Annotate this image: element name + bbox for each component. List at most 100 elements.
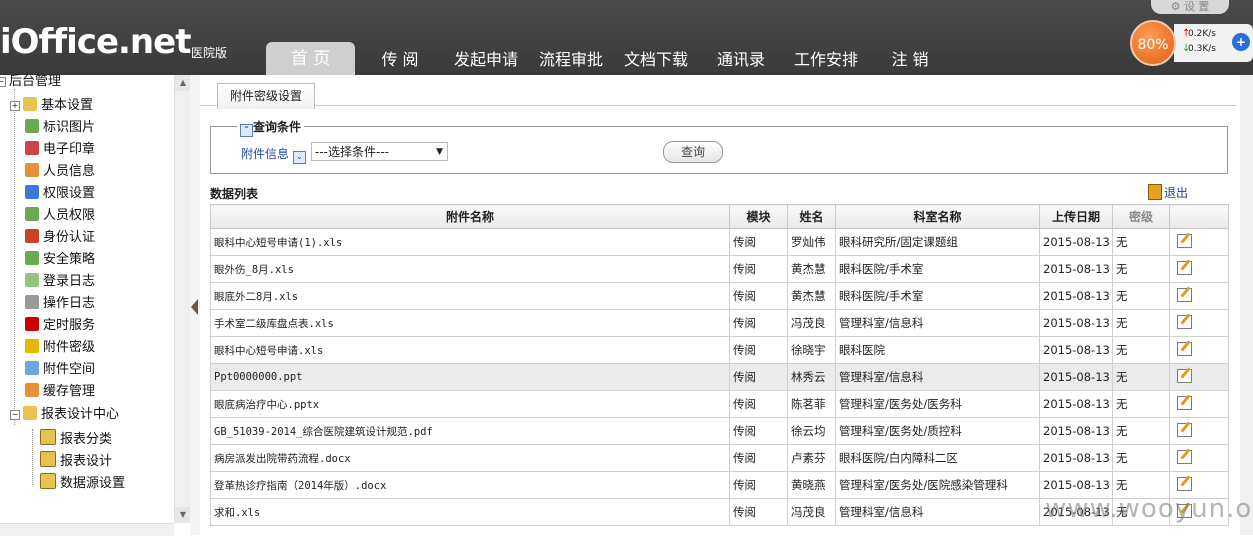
edit-icon[interactable] [1177,260,1192,275]
cell-level: 无 [1112,228,1170,256]
sidebar-item-operation-log[interactable]: 操作日志 [25,294,95,314]
sidebar-scrollbar[interactable]: ▲ ▼ [174,75,191,523]
col-header-module[interactable]: 模块 [729,204,788,229]
cell-module: 传阅 [729,255,788,283]
nav-download[interactable]: 文档下载 [616,42,696,75]
edit-icon[interactable] [1177,287,1192,302]
tab-attachment-level[interactable]: 附件密级设置 [217,83,316,109]
query-field-label: 附件信息 ⌄ [241,145,306,164]
query-button[interactable]: 查询 [663,141,723,163]
cell-dept: 管理科室/医务处/医院感染管理科 [835,471,1040,499]
nav-circulate[interactable]: 传 阅 [370,42,430,75]
table-row[interactable]: 眼科中心短号申请(1).xls 传阅 罗灿伟 眼科研究所/固定课题组 2015-08-1… [210,228,1229,256]
cell-module: 传阅 [729,417,788,445]
scroll-down-icon[interactable]: ▼ [175,507,191,523]
nav-schedule[interactable]: 工作安排 [786,42,866,75]
settings-button[interactable]: ⚙ 设 置 [1151,0,1229,14]
nav-contacts[interactable]: 通讯录 [706,42,776,75]
nav-apply[interactable]: 发起申请 [446,42,526,75]
tree-root[interactable]: − 后台管理 [0,72,61,92]
sidebar-item-login-log[interactable]: 登录日志 [25,272,95,292]
sidebar-splitter[interactable] [190,75,200,535]
cell-module: 传阅 [729,282,788,310]
condition-select[interactable]: ---选择条件--- ▼ [311,142,448,161]
nav-logout[interactable]: 注 销 [880,42,940,75]
col-header-date[interactable]: 上传日期 [1039,204,1113,229]
col-header-filename[interactable]: 附件名称 [210,204,730,229]
nav-home[interactable]: 首 页 [266,42,355,75]
cell-date: 2015-08-13 [1039,255,1113,283]
nav-approval[interactable]: 流程审批 [531,42,611,75]
table-row[interactable]: Ppt0000000.ppt 传阅 林秀云 管理科室/信息科 2015-08-13 无 [210,363,1229,391]
cell-dept: 眼科医院/手术室 [835,282,1040,310]
edit-icon[interactable] [1177,314,1192,329]
memory-percent: 80% [1130,20,1176,66]
cell-action [1169,336,1229,364]
sidebar-item-logo-image[interactable]: 标识图片 [25,118,95,138]
collapse-icon[interactable]: − [0,77,6,87]
edit-icon[interactable] [1177,476,1192,491]
expand-icon[interactable]: + [10,101,20,111]
cell-filename: Ppt0000000.ppt [210,363,730,391]
cell-action [1169,282,1229,310]
exit-button[interactable]: 退出 [1148,184,1188,201]
cell-action [1169,444,1229,472]
collapse-sidebar-icon[interactable] [191,299,198,315]
sidebar-item-timer-service[interactable]: 定时服务 [25,316,95,336]
cell-filename: 眼科中心短号申请.xls [210,336,730,364]
stamp-icon [25,141,39,155]
table-row[interactable]: GB_51039-2014_综合医院建筑设计规范.pdf 传阅 徐云均 管理科室/医务… [210,417,1229,445]
sidebar-item-report-center[interactable]: − 报表设计中心 [10,405,119,425]
download-speed: 0.3K/s [1188,44,1216,54]
collapse-icon[interactable]: − [10,410,20,420]
table-row[interactable]: 眼底外二8月.xls 传阅 黄杰慧 眼科医院/手术室 2015-08-13 无 [210,282,1229,310]
sidebar-item-basic-settings[interactable]: + 基本设置 [10,96,93,116]
sidebar-item-report-design[interactable]: 报表设计 [40,451,112,471]
sidebar-item-staff-permission[interactable]: 人员权限 [25,206,95,226]
edit-icon[interactable] [1177,449,1192,464]
cell-person: 冯茂良 [787,498,836,526]
sidebar-item-identity-auth[interactable]: 身份认证 [25,228,95,248]
sidebar-item-attachment-space[interactable]: 附件空间 [25,360,95,380]
main-scrollbar[interactable] [1240,75,1253,535]
sidebar-item-datasource[interactable]: 数据源设置 [40,473,125,493]
cell-action [1169,228,1229,256]
sidebar-hscrollbar[interactable] [0,523,174,536]
edit-icon[interactable] [1177,368,1192,383]
cell-filename: 手术室二级库盘点表.xls [210,309,730,337]
table-row[interactable]: 眼外伤_8月.xls 传阅 黄杰慧 眼科医院/手术室 2015-08-13 无 [210,255,1229,283]
cell-filename: 求和.xls [210,498,730,526]
col-header-name[interactable]: 姓名 [787,204,836,229]
sidebar-item-staff-info[interactable]: 人员信息 [25,162,95,182]
cell-person: 黄杰慧 [787,282,836,310]
collapse-up-icon[interactable]: ⌃ [240,124,253,137]
edit-icon[interactable] [1177,341,1192,356]
sidebar-item-report-category[interactable]: 报表分类 [40,429,112,449]
cell-person: 徐晓宇 [787,336,836,364]
top-header: iOffice.net 医院版 ⚙ 设 置 首 页 传 阅 发起申请 流程审批 … [0,0,1253,75]
sidebar-item-permission-settings[interactable]: 权限设置 [25,184,95,204]
table-row[interactable]: 手术室二级库盘点表.xls 传阅 冯茂良 管理科室/信息科 2015-08-13 无 [210,309,1229,337]
cell-date: 2015-08-13 [1039,363,1113,391]
sidebar-item-cache[interactable]: 缓存管理 [25,382,95,402]
cell-module: 传阅 [729,498,788,526]
cell-filename: 病房派发出院带药流程.docx [210,444,730,472]
scroll-up-icon[interactable]: ▲ [175,75,191,91]
filter-dropdown-icon[interactable]: ⌄ [292,151,306,164]
table-row[interactable]: 眼科中心短号申请.xls 传阅 徐晓宇 眼科医院 2015-08-13 无 [210,336,1229,364]
edit-icon[interactable] [1177,395,1192,410]
sidebar-item-attachment-level[interactable]: 附件密级 [25,338,95,358]
edit-icon[interactable] [1177,233,1192,248]
table-row[interactable]: 病房派发出院带药流程.docx 传阅 卢素芬 眼科医院/白内障科二区 2015-08-1… [210,444,1229,472]
sidebar-item-e-seal[interactable]: 电子印章 [25,140,95,160]
query-legend[interactable]: ⌃ 查询条件 [237,118,305,137]
edit-icon[interactable] [1177,422,1192,437]
settings-label: 设 置 [1183,0,1210,13]
col-header-dept[interactable]: 科室名称 [835,204,1040,229]
plus-icon[interactable]: + [1232,33,1250,51]
cell-date: 2015-08-13 [1039,444,1113,472]
col-header-level[interactable]: 密级 [1112,204,1170,229]
sidebar-item-security-policy[interactable]: 安全策略 [25,250,95,270]
table-row[interactable]: 眼底病治疗中心.pptx 传阅 陈茗菲 管理科室/医务处/医务科 2015-08-13 无 [210,390,1229,418]
network-speed-widget[interactable]: ↑ 0.2K/s ↓ 0.3K/s + 80% [1130,20,1253,66]
